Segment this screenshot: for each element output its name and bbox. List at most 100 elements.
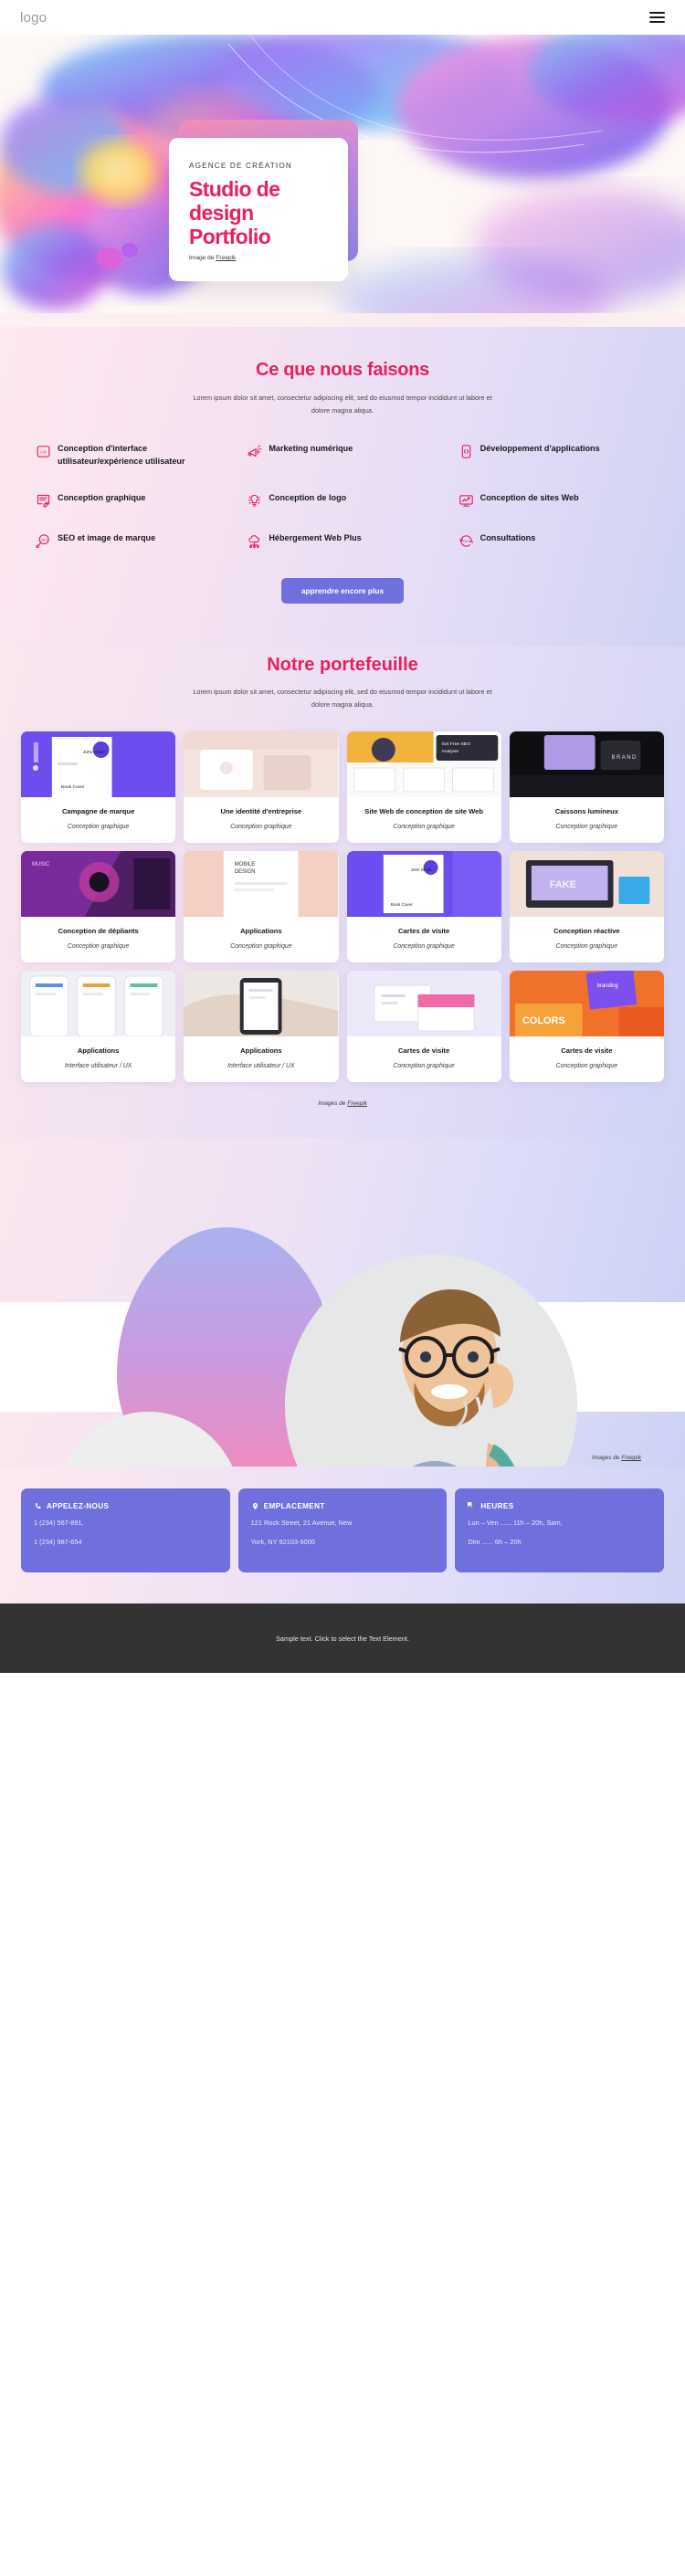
contact-card-location[interactable]: EMPLACEMENT 121 Rock Street, 21 Avenue, … (237, 1488, 448, 1573)
hero-title-line-3: Portfolio (189, 224, 271, 248)
svg-text:branding: branding (596, 983, 617, 989)
pen-document-icon (36, 493, 51, 509)
portfolio-card[interactable]: John Smith Book Cover Cartes de visite C… (346, 851, 501, 963)
service-label: Conception de logo (269, 492, 347, 502)
band-credit-link[interactable]: Freepik (621, 1455, 641, 1461)
contact-line: York, NY 92103-9000 (250, 1538, 315, 1547)
svg-text:MOBILE: MOBILE (235, 862, 256, 867)
contact-line: 1 (234) 567-891, (34, 1519, 84, 1528)
svg-text:MUSIC: MUSIC (32, 862, 50, 867)
portfolio-card[interactable]: FAKE Conception réactive Conception grap… (509, 851, 664, 963)
contact-section: APPELEZ-NOUS 1 (234) 567-891, 1 (234) 98… (0, 1467, 685, 1604)
portfolio-card-name: Une identité d'entreprise (220, 807, 302, 816)
svg-text:Book Cover: Book Cover (390, 902, 412, 907)
service-label: Hébergement Web Plus (269, 532, 362, 542)
map-pin-icon (252, 1502, 258, 1510)
portfolio-card-meta: Une identité d'entreprise Conception gra… (184, 797, 338, 843)
service-item[interactable]: 24/7 Consultations (458, 532, 662, 549)
svg-text:John Smith: John Smith (83, 750, 106, 755)
brand-campaign-thumb: John Smith Book Cover (21, 731, 176, 798)
services-title: Ce que nous faisons (256, 360, 429, 380)
svg-text:Book Cover: Book Cover (61, 784, 85, 790)
portfolio-card-meta: Caissons lumineux Conception graphique (510, 797, 664, 843)
portfolio-card-name: Conception de dépliants (58, 927, 139, 936)
phone-icon (36, 1503, 41, 1509)
contact-card-title: HEURES (468, 1502, 651, 1510)
portfolio-card-category: Conception graphique (230, 943, 292, 951)
portfolio-card-meta: Conception de dépliants Conception graph… (21, 917, 175, 962)
portfolio-card-category: Conception graphique (555, 824, 618, 831)
portfolio-card[interactable]: Get Free SEO Analysis Site Web de concep… (346, 731, 501, 844)
portfolio-card-meta: Site Web de conception de site Web Conce… (347, 797, 501, 843)
portfolio-card-category: Conception graphique (555, 943, 618, 951)
page-title: Studio de design Portfolio (189, 177, 328, 248)
svg-text:John Smith: John Smith (410, 867, 431, 872)
cta-wrapper: apprendre encore plus (0, 577, 685, 604)
site-header: logo (0, 0, 685, 35)
portfolio-card-category: Conception graphique (230, 824, 292, 831)
svg-text:24/7: 24/7 (462, 540, 469, 543)
service-item[interactable]: Hébergement Web Plus (247, 532, 450, 549)
service-item[interactable]: UX Conception d'interface utilisateur/ex… (36, 443, 239, 468)
contact-card-call-us[interactable]: APPELEZ-NOUS 1 (234) 567-891, 1 (234) 98… (21, 1488, 230, 1573)
contact-card-title: APPELEZ-NOUS (34, 1502, 217, 1510)
web-design-site-thumb: Get Free SEO Analysis (346, 731, 501, 798)
hero-title-line-2: design (189, 200, 254, 225)
app-screens-thumb (21, 971, 176, 1037)
hero-credit-link[interactable]: Freepik (216, 255, 236, 261)
portfolio-subtitle: Lorem ipsum dolor sit amet, consectetur … (193, 687, 492, 709)
logo[interactable]: logo (20, 10, 47, 26)
services-subtitle: Lorem ipsum dolor sit amet, consectetur … (193, 394, 492, 415)
service-item[interactable]: Conception de sites Web (458, 492, 662, 509)
band-credit-prefix: Images de (592, 1455, 622, 1462)
portfolio-card-name: Site Web de conception de site Web (364, 807, 483, 816)
service-item[interactable]: Développement d'applications (458, 443, 662, 468)
svg-text:BRAND: BRAND (611, 755, 637, 761)
seo-magnifier-icon: SEO (36, 533, 51, 549)
flyer-design-thumb: MUSIC (21, 851, 176, 918)
portfolio-card[interactable]: Applications Interface utilisateur / UX (21, 971, 176, 1083)
portfolio-card[interactable]: John Smith Book Cover Campagne de marque… (21, 731, 176, 844)
service-item[interactable]: Marketing numérique (247, 443, 450, 468)
portfolio-card-meta: Applications Interface utilisateur / UX (184, 1036, 338, 1082)
svg-text:COLORS: COLORS (522, 1015, 565, 1026)
portfolio-card-name: Cartes de visite (561, 1046, 613, 1056)
footer-sample-text[interactable]: Sample text. Click to select the Text El… (276, 1635, 409, 1643)
portfolio-card[interactable]: Applications Interface utilisateur / UX (184, 971, 339, 1083)
portfolio-card[interactable]: BRAND Caissons lumineux Conception graph… (509, 731, 664, 844)
contact-line: Lun – Ven ...... 11h – 20h, Sam, (468, 1519, 563, 1528)
portfolio-card[interactable]: Cartes de visite Conception graphique (346, 971, 501, 1083)
portfolio-card-category: Conception graphique (393, 1063, 455, 1070)
lightbulb-icon (247, 493, 262, 509)
portfolio-credit-link[interactable]: Freepik (347, 1100, 367, 1107)
portfolio-card-category: Conception graphique (393, 943, 455, 951)
band-top-gradient (0, 1138, 685, 1303)
service-item[interactable]: SEO SEO et image de marque (36, 532, 239, 549)
portfolio-card-category: Interface utilisateur / UX (64, 1063, 132, 1070)
contact-card-hours[interactable]: HEURES Lun – Ven ...... 11h – 20h, Sam, … (455, 1488, 664, 1573)
corporate-identity-thumb (184, 731, 339, 798)
portfolio-grid: John Smith Book Cover Campagne de marque… (21, 731, 664, 1083)
service-item[interactable]: Conception de logo (247, 492, 450, 509)
clock-icon (468, 1502, 473, 1508)
hamburger-menu-icon[interactable] (649, 11, 665, 24)
service-label: Consultations (480, 532, 536, 542)
portfolio-title: Notre portefeuille (267, 654, 418, 675)
page-root: logo AGENCE DE CRÉATION Studio de design… (0, 0, 685, 1674)
learn-more-button[interactable]: apprendre encore plus (280, 577, 405, 604)
contact-title-text: APPELEZ-NOUS (47, 1502, 110, 1511)
service-item[interactable]: Conception graphique (36, 492, 239, 509)
portfolio-card[interactable]: MUSIC Conception de dépliants Conception… (21, 851, 176, 963)
service-label: Conception d'interface utilisateur/expér… (58, 444, 185, 467)
portfolio-card[interactable]: branding COLORS Cartes de visite Concept… (509, 971, 664, 1083)
portfolio-card-category: Conception graphique (67, 943, 130, 951)
portfolio-card-meta: Conception réactive Conception graphique (510, 917, 664, 962)
apps-phone-thumb: MOBILE DESIGN (184, 851, 339, 918)
lightbox-thumb: BRAND (509, 731, 664, 798)
portfolio-card[interactable]: MOBILE DESIGN Applications Conception gr… (184, 851, 339, 963)
portfolio-card-name: Applications (77, 1046, 120, 1056)
svg-text:Get Free SEO: Get Free SEO (441, 741, 470, 747)
hand-phone-thumb (184, 971, 339, 1037)
portfolio-card[interactable]: Une identité d'entreprise Conception gra… (184, 731, 339, 844)
contact-line: Dim ...... 6h – 20h (468, 1538, 522, 1547)
